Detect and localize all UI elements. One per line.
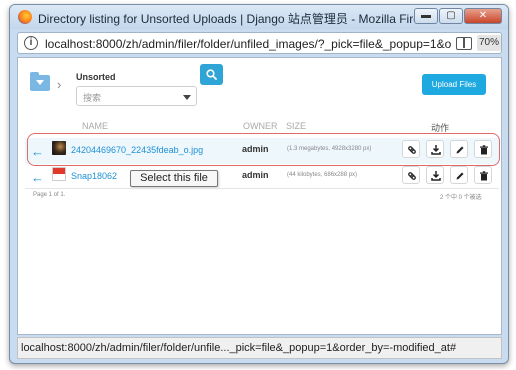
file-name-link[interactable]: Snap18062 <box>71 171 117 181</box>
chevron-right-icon: › <box>57 77 62 92</box>
window-controls: ▬ ▢ ✕ <box>414 8 502 24</box>
selected-row-highlight <box>27 133 500 166</box>
pagination-text: Page 1 of 1. <box>33 192 66 198</box>
search-input[interactable]: 搜索 <box>76 86 197 106</box>
download-button[interactable] <box>426 166 444 184</box>
divider <box>25 188 499 189</box>
search-icon <box>206 69 217 80</box>
download-icon <box>431 171 441 181</box>
maximize-button[interactable]: ▢ <box>439 8 463 24</box>
url-text[interactable]: localhost:8000/zh/admin/filer/folder/unf… <box>45 37 457 51</box>
select-file-tooltip: Select this file <box>130 170 218 187</box>
upload-files-button[interactable]: Upload Files <box>422 74 486 95</box>
table-row[interactable]: ← Snap18062 admin (44 kilobytes, 686x288… <box>25 164 499 190</box>
delete-button[interactable] <box>474 166 492 184</box>
window-title: Directory listing for Unsorted Uploads |… <box>38 12 436 26</box>
folder-icon[interactable] <box>30 72 50 91</box>
copy-link-button[interactable] <box>402 166 420 184</box>
status-bar: localhost:8000/zh/admin/filer/folder/unf… <box>17 337 502 359</box>
edit-icon <box>456 172 464 180</box>
search-placeholder: 搜索 <box>83 93 102 103</box>
column-header-size[interactable]: SIZE <box>286 121 306 131</box>
reader-view-icon[interactable] <box>456 37 472 50</box>
firefox-logo-icon <box>18 10 32 24</box>
column-header-owner[interactable]: OWNER <box>243 121 278 131</box>
file-thumbnail <box>52 167 66 181</box>
zoom-level[interactable]: 70% <box>477 35 501 51</box>
search-button[interactable] <box>200 64 223 85</box>
file-size: (44 kilobytes, 686x288 px) <box>287 172 358 178</box>
close-button[interactable]: ✕ <box>464 8 502 24</box>
minimize-button[interactable]: ▬ <box>414 8 438 24</box>
file-owner: admin <box>242 170 269 180</box>
select-arrow-icon[interactable]: ← <box>31 170 44 185</box>
title-bar: Directory listing for Unsorted Uploads |… <box>10 5 508 29</box>
column-header-name[interactable]: NAME <box>82 121 108 131</box>
link-icon <box>408 172 416 180</box>
chevron-down-icon[interactable] <box>183 95 191 100</box>
info-icon[interactable]: i <box>24 36 38 50</box>
current-folder-name: Unsorted <box>76 72 116 82</box>
address-bar[interactable]: i localhost:8000/zh/admin/filer/folder/u… <box>17 32 502 54</box>
edit-button[interactable] <box>450 166 468 184</box>
page-content: › Unsorted 搜索 Upload Files NAME OWNER SI… <box>17 57 502 335</box>
firefox-window: Directory listing for Unsorted Uploads |… <box>9 4 509 364</box>
selection-count: 2 个中 0 个被选 <box>440 195 482 201</box>
trash-icon <box>480 171 488 181</box>
